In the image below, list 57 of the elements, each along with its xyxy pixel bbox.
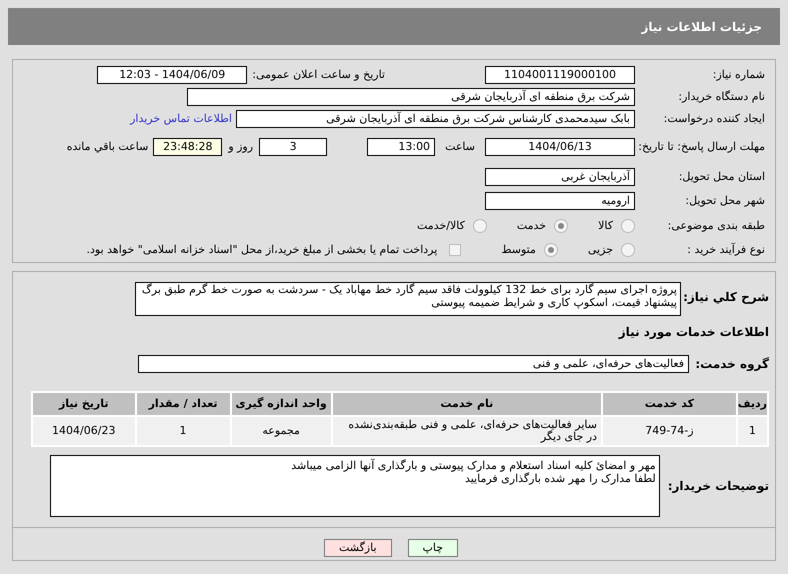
days-label: روز و [228,138,254,155]
column-header: ردیف [736,392,768,416]
radio-label: کالا/خدمت [417,218,465,234]
field-label: مهلت ارسال پاسخ: تا تاریخ: [637,140,765,154]
column-header: کد خدمت [602,392,737,416]
table-cell: 1404/06/23 [32,416,136,446]
radio-label: جزیی [588,242,613,258]
requester-field[interactable]: بابک سیدمحمدی کارشناس شرکت برق منطقه ای آذربایجان شرقی [236,110,635,128]
radio-label: متوسط [501,242,536,258]
column-header: تاریخ نیاز [32,392,136,416]
section-title: اطلاعات خدمات مورد نیاز [618,324,769,341]
province-field[interactable]: آذربایجان غربی [485,168,635,186]
field-label: توضیحات خریدار: [668,478,769,495]
need-number-field[interactable]: 1104001119000100 [485,66,635,84]
column-header: تعداد / مقدار [136,392,231,416]
field-label: طبقه بندی موضوعی: [666,218,765,234]
field-label: شماره نیاز: [712,66,765,83]
radio-button[interactable] [621,219,635,233]
description-textarea[interactable]: پروژه اجرای سیم گارد برای خط 132 کیلوولت فاقد سیم گارد خط مهاباد یک - سردشت به صورت خط گرم طبق برگ پیشنهاد قیمت، اسکوپ کاری و شرایط ضمیمه پیوستی [135,282,681,316]
checkbox[interactable] [449,244,462,256]
table-cell: سایر فعالیت‌های حرفه‌ای، علمی و فنی طبقه‌بندی‌نشده در جای دیگر [332,416,602,446]
field-label: نوع فرآیند خرید : [686,242,765,258]
field-label: نام دستگاه خریدار: [677,88,765,105]
field-label: ایجاد کننده درخواست: [662,110,765,127]
field-label: شرح کلي نياز: [682,289,769,306]
table-cell: 1 [736,416,768,446]
days-field[interactable]: 3 [259,138,328,156]
column-header: نام خدمت [332,392,602,416]
radio-button[interactable] [544,243,558,257]
table-cell: مجموعه [230,416,332,446]
print-button[interactable]: چاپ [408,539,458,557]
field-label: گروه خدمت: [694,356,769,373]
city-field[interactable]: ارومیه [485,192,635,210]
radio-button[interactable] [621,243,635,257]
time-label: ساعت [445,138,475,155]
service-group-field[interactable]: فعالیت‌های حرفه‌ای، علمی و فنی [138,355,689,373]
payment-note: پرداخت تمام یا بخشی از مبلغ خرید،از محل "اسناد خزانه اسلامی" خواهد بود. [86,242,438,258]
radio-label: کالا [598,218,613,234]
field-label: استان محل تحویل: [678,168,765,185]
page-header: جزئیات اطلاعات نیاز [8,8,780,45]
field-label: تاریخ و ساعت اعلان عمومی: [252,66,385,83]
table-cell: ز-74-749 [602,416,737,446]
remaining-label: ساعت باقي مانده [66,138,148,155]
radio-button[interactable] [554,219,568,233]
deadline-date-field[interactable]: 1404/06/13 [485,138,635,156]
deadline-time-field[interactable]: 13:00 [367,138,436,156]
notes-textarea[interactable]: مهر و امضائ کلیه اسناد استعلام و مدارک پیوستی و بارگذاری آنها الزامی میباشد لطفا مدارک را مهر شده بارگذاری فرمایید [50,455,660,517]
contact-link[interactable]: اطلاعات تماس خریدار [130,110,232,128]
remaining-time-field[interactable]: 23:48:28 [153,138,222,156]
radio-button[interactable] [472,219,487,233]
back-button[interactable]: بازگشت [324,539,392,557]
column-header: واحد اندازه گیری [230,392,332,416]
radio-label: خدمت [516,218,546,234]
field-label: شهر محل تحویل: [684,192,765,209]
table-cell: 1 [136,416,231,446]
buyer-org-field[interactable]: شرکت برق منطقه ای آذربایجان شرقی [187,88,635,106]
announce-date-field[interactable]: 1404/06/09 - 12:03 [97,66,248,84]
